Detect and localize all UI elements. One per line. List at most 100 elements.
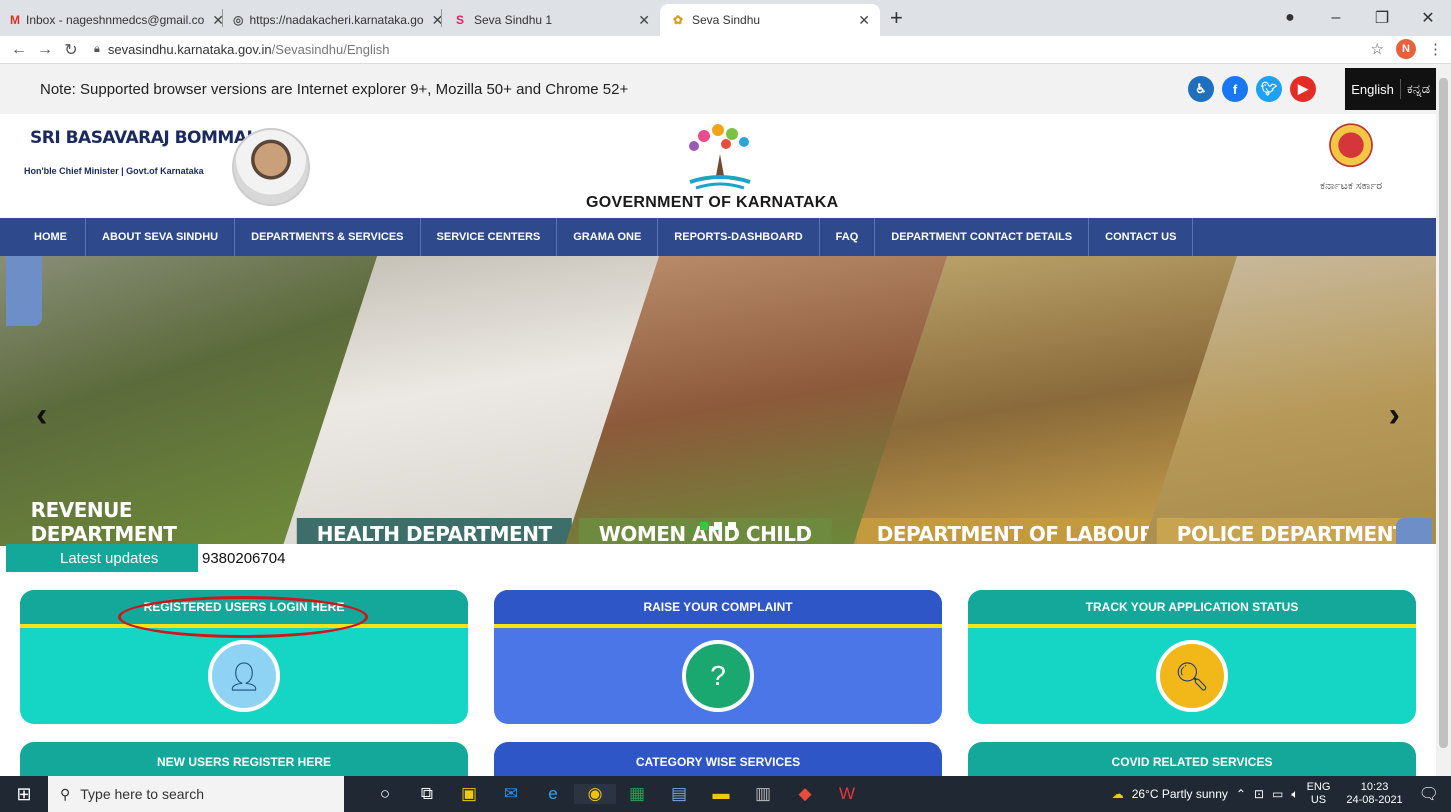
menu-dots-icon[interactable]: ⋮ bbox=[1428, 40, 1443, 58]
folder-icon[interactable]: ▬ bbox=[700, 784, 742, 804]
karnataka-emblem: ಕರ್ನಾಟಕ ಸರ್ಕಾರ bbox=[1306, 120, 1396, 200]
excel-icon[interactable]: ▦ bbox=[616, 784, 658, 804]
tray-volume-icon[interactable]: 🔈︎ bbox=[1291, 787, 1298, 802]
search-placeholder: Type here to search bbox=[80, 786, 205, 802]
gmail-icon: M bbox=[10, 13, 20, 27]
card-title: TRACK YOUR APPLICATION STATUS bbox=[968, 590, 1416, 628]
cm-name: SRI BASAVARAJ BOMMAI bbox=[30, 128, 253, 148]
emblem-caption: ಕರ್ನಾಟಕ ಸರ್ಕಾರ bbox=[1319, 180, 1383, 192]
minimize-button[interactable]: – bbox=[1313, 9, 1359, 27]
cm-role: Hon'ble Chief Minister | Govt.of Karnata… bbox=[24, 166, 204, 176]
taskbar-search-box[interactable]: ⚲ Type here to search bbox=[48, 776, 344, 812]
lang-code: ENG bbox=[1306, 781, 1331, 793]
new-users-register-card[interactable]: NEW USERS REGISTER HERE bbox=[20, 742, 468, 776]
new-tab-button[interactable]: + bbox=[890, 5, 903, 31]
bookmark-star-icon[interactable]: ☆ bbox=[1371, 40, 1384, 58]
panel-label: HEALTH DEPARTMENT bbox=[296, 518, 572, 546]
indicator-dot[interactable] bbox=[714, 522, 722, 530]
raise-complaint-card[interactable]: RAISE YOUR COMPLAINT ? bbox=[494, 590, 942, 724]
cortana-icon[interactable]: ○ bbox=[364, 784, 406, 804]
weather-icon: ☁ bbox=[1111, 787, 1124, 801]
lang-kannada-link[interactable]: ಕನ್ನಡ bbox=[1401, 81, 1436, 97]
social-links: ♿︎ f 🐦︎ ▶ bbox=[1188, 76, 1316, 102]
close-icon[interactable]: ✕ bbox=[424, 12, 441, 29]
nav-service-centers[interactable]: SERVICE CENTERS bbox=[421, 218, 558, 256]
tab-title: Inbox - nageshnmedcs@gmail.co bbox=[26, 13, 205, 27]
globe-icon: ◎ bbox=[233, 13, 244, 27]
restore-button[interactable]: ❐ bbox=[1359, 8, 1405, 28]
reload-button[interactable]: ↻ bbox=[58, 40, 84, 60]
tab-title: Seva Sindhu 1 bbox=[474, 13, 553, 27]
tray-clock[interactable]: 10:23 24-08-2021 bbox=[1346, 781, 1410, 807]
url-field[interactable]: 🔒︎ sevasindhu.karnataka.gov.in/Sevasindh… bbox=[94, 42, 389, 57]
main-nav: HOME ABOUT SEVA SINDHU DEPARTMENTS & SER… bbox=[0, 218, 1436, 256]
task-view-icon[interactable]: ⧉ bbox=[406, 784, 448, 804]
nav-reports-dashboard[interactable]: REPORTS-DASHBOARD bbox=[658, 218, 820, 256]
taskbar-apps: ○ ⧉ ▣ ✉ e ◉ ▦ ▤ ▬ ▥ ◆ W bbox=[364, 784, 868, 804]
language-switcher: English ಕನ್ನಡ bbox=[1345, 68, 1436, 110]
chrome-icon[interactable]: ◉ bbox=[574, 784, 616, 804]
back-button[interactable]: ← bbox=[6, 41, 32, 59]
twitter-icon[interactable]: 🐦︎ bbox=[1256, 76, 1282, 102]
carousel-next-arrow[interactable]: › bbox=[1389, 396, 1400, 435]
carousel-prev-arrow[interactable]: ‹ bbox=[36, 396, 47, 435]
nav-faq[interactable]: FAQ bbox=[820, 218, 876, 256]
windows-start-icon[interactable]: ⊞ bbox=[0, 784, 48, 805]
close-icon[interactable]: ✕ bbox=[850, 12, 870, 29]
highlight-annotation-circle bbox=[118, 596, 368, 638]
browser-tab-nadakacheri[interactable]: ◎ https://nadakacheri.karnataka.go ✕ bbox=[223, 4, 441, 36]
youtube-icon[interactable]: ▶ bbox=[1290, 76, 1316, 102]
close-icon[interactable]: ✕ bbox=[204, 12, 222, 29]
tray-battery-icon[interactable]: ▭ bbox=[1272, 787, 1283, 801]
indicator-dot[interactable] bbox=[700, 522, 708, 530]
network-app-icon[interactable]: ▥ bbox=[742, 784, 784, 804]
browser-tab-seva-sindhu-1[interactable]: S Seva Sindhu 1 ✕ bbox=[442, 4, 660, 36]
file-explorer-icon[interactable]: ▣ bbox=[448, 784, 490, 804]
carousel-indicators bbox=[700, 522, 736, 530]
tray-chevron-icon[interactable]: ⌃ bbox=[1236, 787, 1246, 801]
close-icon[interactable]: ✕ bbox=[630, 12, 650, 29]
facebook-icon[interactable]: f bbox=[1222, 76, 1248, 102]
lang-english-link[interactable]: English bbox=[1345, 82, 1400, 97]
accessibility-icon[interactable]: ♿︎ bbox=[1188, 76, 1214, 102]
game-app-icon[interactable]: ◆ bbox=[784, 784, 826, 804]
mail-icon[interactable]: ✉ bbox=[490, 784, 532, 804]
tray-language[interactable]: ENG US bbox=[1307, 781, 1339, 807]
page-scrollbar[interactable] bbox=[1436, 64, 1451, 776]
browser-tab-gmail[interactable]: M Inbox - nageshnmedcs@gmail.co ✕ bbox=[0, 4, 222, 36]
wps-icon[interactable]: W bbox=[826, 784, 868, 804]
browser-tab-seva-sindhu[interactable]: ✿ Seva Sindhu ✕ bbox=[660, 4, 880, 36]
system-tray: ☁ 26°C Partly sunny ⌃ ⊡ ▭ 🔈︎ ENG US 10:23… bbox=[1112, 776, 1451, 812]
complaint-person-icon: ? bbox=[682, 640, 754, 712]
indicator-dot[interactable] bbox=[728, 522, 736, 530]
panel-label: DEPARTMENT OF LABOUR bbox=[856, 518, 1175, 546]
track-application-card[interactable]: TRACK YOUR APPLICATION STATUS 🔍︎ bbox=[968, 590, 1416, 724]
forward-button[interactable]: → bbox=[32, 41, 58, 59]
profile-dot-icon[interactable]: ● bbox=[1267, 9, 1313, 27]
covid-related-services-card[interactable]: COVID RELATED SERVICES bbox=[968, 742, 1416, 776]
tray-network-icon[interactable]: ⊡ bbox=[1254, 787, 1264, 801]
nav-about-seva-sindhu[interactable]: ABOUT SEVA SINDHU bbox=[86, 218, 236, 256]
window-close-button[interactable]: ✕ bbox=[1405, 8, 1451, 28]
edge-icon[interactable]: e bbox=[532, 784, 574, 804]
nav-contact-us[interactable]: CONTACT US bbox=[1089, 218, 1194, 256]
nav-grama-one[interactable]: GRAMA ONE bbox=[557, 218, 659, 256]
panel-label: POLICE DEPARTMENT bbox=[1156, 518, 1427, 546]
category-wise-services-card[interactable]: CATEGORY WISE SERVICES bbox=[494, 742, 942, 776]
nav-department-contact-details[interactable]: DEPARTMENT CONTACT DETAILS bbox=[875, 218, 1090, 256]
user-lock-icon: 👤︎ bbox=[208, 640, 280, 712]
word-icon[interactable]: ▤ bbox=[658, 784, 700, 804]
seva-sindhu-tree-icon: ✿ bbox=[672, 13, 684, 27]
cm-photo bbox=[232, 128, 310, 206]
browser-tab-bar: M Inbox - nageshnmedcs@gmail.co ✕ ◎ http… bbox=[0, 0, 1451, 36]
nav-departments-services[interactable]: DEPARTMENTS & SERVICES bbox=[235, 218, 421, 256]
notice-bar: Note: Supported browser versions are Int… bbox=[0, 64, 1436, 114]
profile-avatar[interactable]: N bbox=[1396, 39, 1416, 59]
scrollbar-thumb[interactable] bbox=[1439, 78, 1448, 748]
lock-icon: 🔒︎ bbox=[94, 43, 100, 55]
nav-home[interactable]: HOME bbox=[0, 218, 86, 256]
latest-updates-ticker[interactable]: 9380206704 bbox=[202, 550, 285, 567]
notification-icon[interactable]: 🗨︎ bbox=[1419, 784, 1439, 804]
weather-text[interactable]: 26°C Partly sunny bbox=[1132, 787, 1228, 801]
address-bar: ← → ↻ 🔒︎ sevasindhu.karnataka.gov.in/Sev… bbox=[0, 36, 1451, 64]
